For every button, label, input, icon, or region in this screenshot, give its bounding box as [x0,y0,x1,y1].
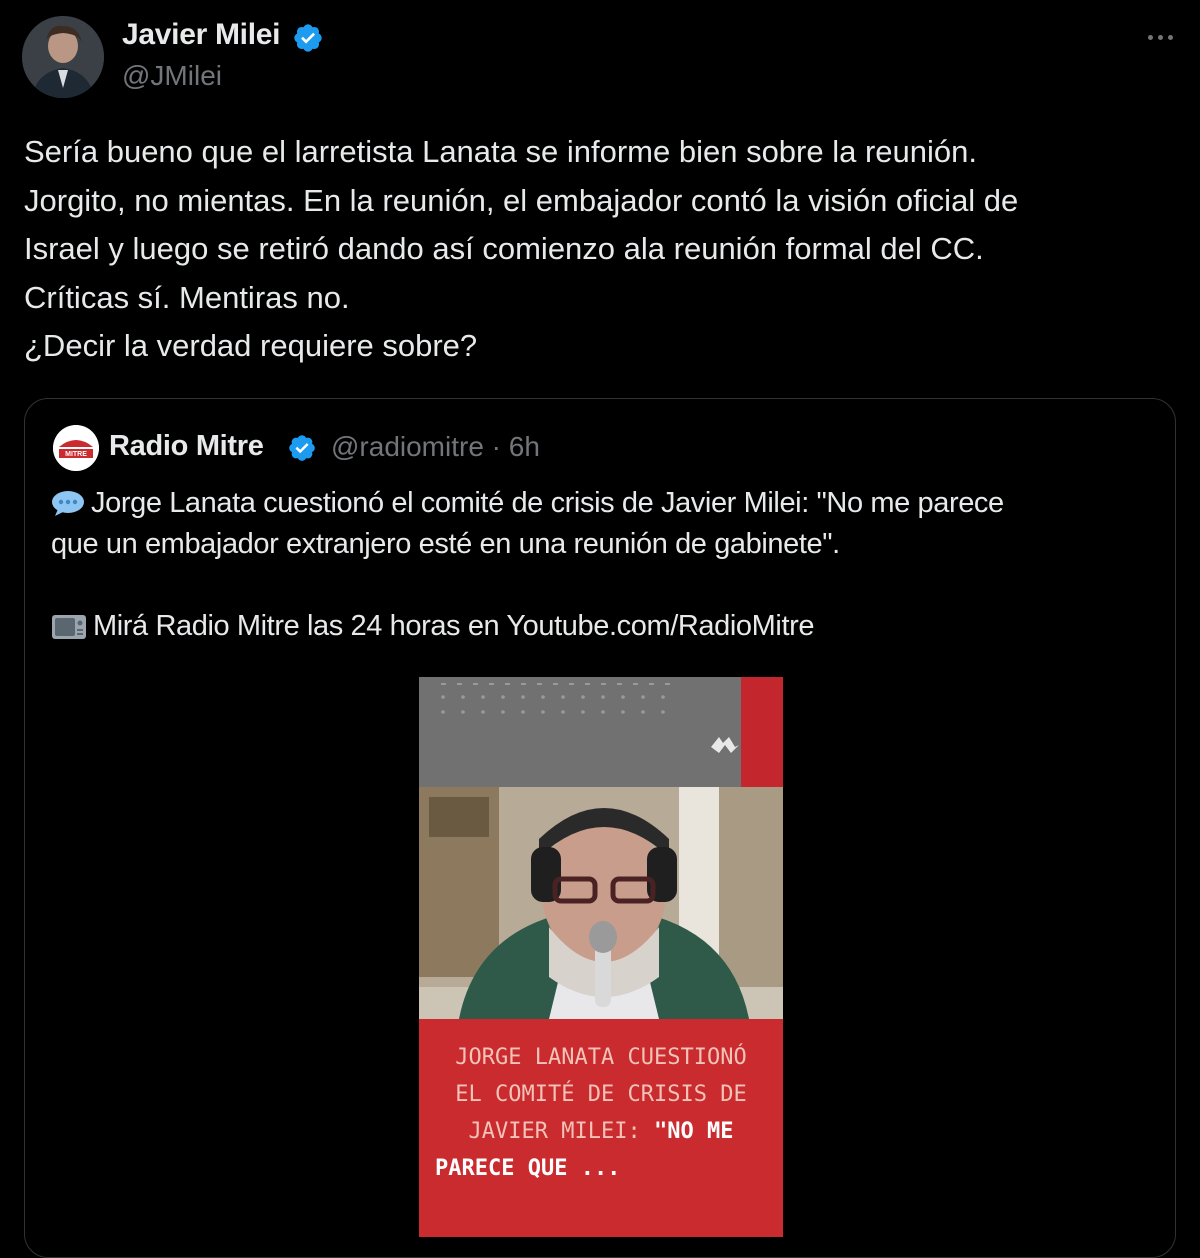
caption-line: JORGE LANATA CUESTIONÓ [455,1045,747,1070]
quoted-media-video[interactable]: JORGE LANATA CUESTIONÓ EL COMITÉ DE CRIS… [419,677,783,1237]
svg-text:MITRE: MITRE [65,451,87,458]
author-handle[interactable]: @JMilei [122,60,222,92]
caption-line: JAVIER MILEI: [468,1119,654,1144]
quoted-author-handle[interactable]: @radiomitre · 6h [331,431,540,463]
more-options-icon[interactable] [1140,22,1180,52]
video-frame-image [419,787,783,1019]
quoted-tweet-card[interactable]: MITRE Radio Mitre @radiomitre · 6h Jorge… [24,398,1176,1258]
verified-badge-icon [294,24,322,52]
quoted-text-line: que un embajador extranjero esté en una … [51,528,840,560]
tweet-text-line: Sería bueno que el larretista Lanata se … [24,134,977,169]
quoted-text-line: Mirá Radio Mitre las 24 horas en Youtube… [93,610,815,642]
verified-badge-icon [289,435,315,461]
author-avatar[interactable] [22,16,104,98]
media-red-strip [741,677,783,787]
tweet-text-line: ¿Decir la verdad requiere sobre? [24,328,478,363]
caption-line-bold: "NO ME [653,1119,734,1144]
tweet-text: Sería bueno que el larretista Lanata se … [24,128,1184,371]
quoted-author-name[interactable]: Radio Mitre [109,430,264,463]
tweet-text-line: Israel y luego se retiró dando así comie… [24,231,984,266]
caption-line-bold: PARECE QUE ... [435,1156,621,1181]
tv-icon [52,615,86,639]
tweet-text-line: Críticas sí. Mentiras no. [24,279,350,315]
speech-bubble-icon [52,491,84,516]
quoted-author-avatar[interactable]: MITRE [53,425,99,471]
media-header-graphic [419,677,741,787]
author-name[interactable]: Javier Milei [122,18,280,52]
caption-line: EL COMITÉ DE CRISIS DE [455,1082,747,1107]
tweet-text-line: Jorgito, no mientas. En la reunión, el e… [24,182,1019,218]
quoted-tweet-text: Jorge Lanata cuestionó el comité de cris… [51,483,1151,647]
quoted-text-line: Jorge Lanata cuestionó el comité de cris… [91,487,1004,519]
video-caption: JORGE LANATA CUESTIONÓ EL COMITÉ DE CRIS… [419,1019,783,1237]
quoted-text-line [51,565,1151,606]
